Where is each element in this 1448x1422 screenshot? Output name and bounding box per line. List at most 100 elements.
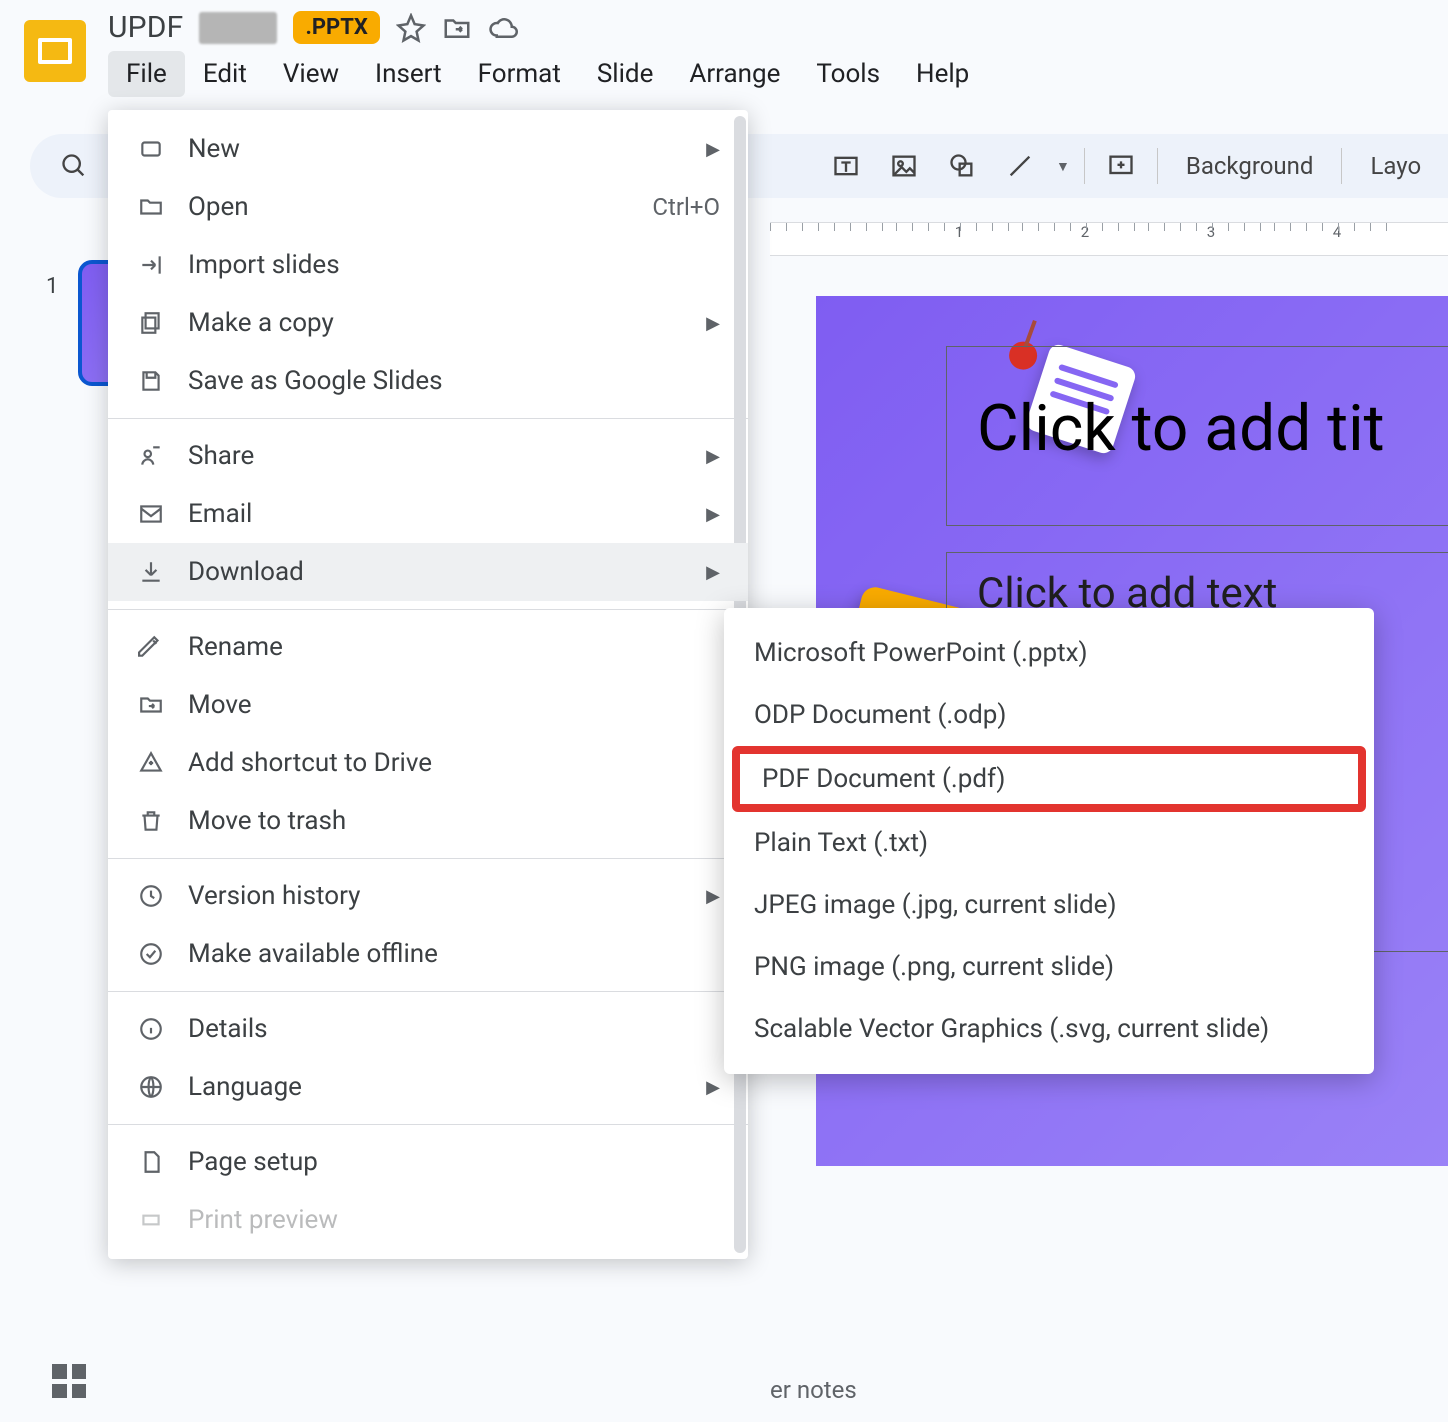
horizontal-ruler: 1 2 3 4 bbox=[770, 222, 1448, 256]
page-setup-icon bbox=[136, 1147, 166, 1177]
menu-separator bbox=[108, 609, 748, 610]
file-language-label: Language bbox=[188, 1072, 684, 1102]
download-icon bbox=[136, 557, 166, 587]
chevron-right-icon: ▶ bbox=[706, 446, 720, 467]
menu-file[interactable]: File bbox=[108, 51, 185, 97]
file-trash-label: Move to trash bbox=[188, 806, 720, 836]
file-share[interactable]: Share ▶ bbox=[108, 427, 748, 485]
file-email[interactable]: Email ▶ bbox=[108, 485, 748, 543]
file-details-label: Details bbox=[188, 1014, 720, 1044]
history-icon bbox=[136, 881, 166, 911]
ruler-tick: 1 bbox=[896, 223, 1022, 241]
toolbar-background-button[interactable]: Background bbox=[1172, 152, 1328, 180]
grid-view-icon[interactable] bbox=[52, 1364, 86, 1398]
menu-separator bbox=[108, 418, 748, 419]
file-rename-label: Rename bbox=[188, 632, 720, 662]
file-version-label: Version history bbox=[188, 881, 684, 911]
menu-slide[interactable]: Slide bbox=[579, 51, 672, 97]
email-icon bbox=[136, 499, 166, 529]
file-save-as-slides[interactable]: Save as Google Slides bbox=[108, 352, 748, 410]
print-preview-icon bbox=[136, 1205, 166, 1235]
menu-insert[interactable]: Insert bbox=[357, 51, 460, 97]
menu-tools[interactable]: Tools bbox=[798, 51, 898, 97]
download-pptx[interactable]: Microsoft PowerPoint (.pptx) bbox=[724, 622, 1374, 684]
file-import-label: Import slides bbox=[188, 250, 720, 280]
menu-bar: File Edit View Insert Format Slide Arran… bbox=[108, 51, 987, 97]
file-open[interactable]: Open Ctrl+O bbox=[108, 178, 748, 236]
file-new-label: New bbox=[188, 134, 684, 164]
rename-icon bbox=[136, 632, 166, 662]
image-icon[interactable] bbox=[882, 144, 926, 188]
file-download-label: Download bbox=[188, 557, 684, 587]
move-icon bbox=[136, 690, 166, 720]
line-icon[interactable] bbox=[998, 144, 1042, 188]
file-details[interactable]: Details bbox=[108, 1000, 748, 1058]
file-trash[interactable]: Move to trash bbox=[108, 792, 748, 850]
drive-shortcut-icon bbox=[136, 748, 166, 778]
star-icon[interactable] bbox=[396, 13, 426, 43]
menu-arrange[interactable]: Arrange bbox=[671, 51, 798, 97]
download-pdf[interactable]: PDF Document (.pdf) bbox=[732, 746, 1366, 812]
share-icon bbox=[136, 441, 166, 471]
menu-format[interactable]: Format bbox=[460, 51, 579, 97]
globe-icon bbox=[136, 1072, 166, 1102]
menu-help[interactable]: Help bbox=[898, 51, 987, 97]
info-icon bbox=[136, 1014, 166, 1044]
menu-separator bbox=[108, 1124, 748, 1125]
import-icon bbox=[136, 250, 166, 280]
speaker-notes-hint[interactable]: er notes bbox=[770, 1376, 1448, 1404]
chevron-right-icon: ▶ bbox=[706, 886, 720, 907]
chevron-right-icon: ▶ bbox=[706, 562, 720, 583]
file-offline-label: Make available offline bbox=[188, 939, 720, 969]
menu-view[interactable]: View bbox=[265, 51, 357, 97]
download-submenu: Microsoft PowerPoint (.pptx) ODP Documen… bbox=[724, 608, 1374, 1074]
file-rename[interactable]: Rename bbox=[108, 618, 748, 676]
file-add-shortcut[interactable]: Add shortcut to Drive bbox=[108, 734, 748, 792]
pptx-badge: .PPTX bbox=[293, 11, 379, 44]
file-move[interactable]: Move bbox=[108, 676, 748, 734]
ruler-tick: 4 bbox=[1274, 223, 1400, 241]
file-email-label: Email bbox=[188, 499, 684, 529]
file-menu-dropdown: New ▶ Open Ctrl+O Import slides Make a c… bbox=[108, 110, 748, 1259]
move-to-folder-icon[interactable] bbox=[442, 13, 472, 43]
textbox-icon[interactable] bbox=[824, 144, 868, 188]
save-icon bbox=[136, 366, 166, 396]
menu-edit[interactable]: Edit bbox=[185, 51, 265, 97]
folder-icon bbox=[136, 192, 166, 222]
download-odp[interactable]: ODP Document (.odp) bbox=[724, 684, 1374, 746]
slides-logo[interactable] bbox=[24, 20, 86, 82]
file-share-label: Share bbox=[188, 441, 684, 471]
search-icon[interactable] bbox=[52, 144, 96, 188]
file-open-label: Open bbox=[188, 192, 630, 222]
offline-icon bbox=[136, 939, 166, 969]
slide-number: 1 bbox=[46, 274, 58, 299]
doc-title[interactable]: UPDF bbox=[108, 10, 183, 45]
cloud-status-icon[interactable] bbox=[488, 13, 518, 43]
file-print-preview[interactable]: Print preview bbox=[108, 1191, 748, 1249]
chevron-right-icon: ▶ bbox=[706, 313, 720, 334]
download-txt[interactable]: Plain Text (.txt) bbox=[724, 812, 1374, 874]
download-jpeg[interactable]: JPEG image (.jpg, current slide) bbox=[724, 874, 1374, 936]
file-pagesetup-label: Page setup bbox=[188, 1147, 720, 1177]
file-download[interactable]: Download ▶ bbox=[108, 543, 748, 601]
copy-icon bbox=[136, 308, 166, 338]
file-new[interactable]: New ▶ bbox=[108, 120, 748, 178]
download-svg[interactable]: Scalable Vector Graphics (.svg, current … bbox=[724, 998, 1374, 1060]
file-page-setup[interactable]: Page setup bbox=[108, 1133, 748, 1191]
download-png[interactable]: PNG image (.png, current slide) bbox=[724, 936, 1374, 998]
file-language[interactable]: Language ▶ bbox=[108, 1058, 748, 1116]
file-makecopy-label: Make a copy bbox=[188, 308, 684, 338]
file-shortcut-label: Add shortcut to Drive bbox=[188, 748, 720, 778]
slide-title-placeholder[interactable]: Click to add tit bbox=[946, 346, 1448, 526]
file-import-slides[interactable]: Import slides bbox=[108, 236, 748, 294]
file-version-history[interactable]: Version history ▶ bbox=[108, 867, 748, 925]
menu-separator bbox=[108, 991, 748, 992]
chevron-right-icon: ▶ bbox=[706, 504, 720, 525]
file-make-copy[interactable]: Make a copy ▶ bbox=[108, 294, 748, 352]
file-open-shortcut: Ctrl+O bbox=[652, 193, 720, 221]
file-offline[interactable]: Make available offline bbox=[108, 925, 748, 983]
file-printpreview-label: Print preview bbox=[188, 1205, 720, 1235]
comment-icon[interactable] bbox=[1099, 144, 1143, 188]
toolbar-layout-button[interactable]: Layo bbox=[1356, 152, 1435, 180]
shape-icon[interactable] bbox=[940, 144, 984, 188]
